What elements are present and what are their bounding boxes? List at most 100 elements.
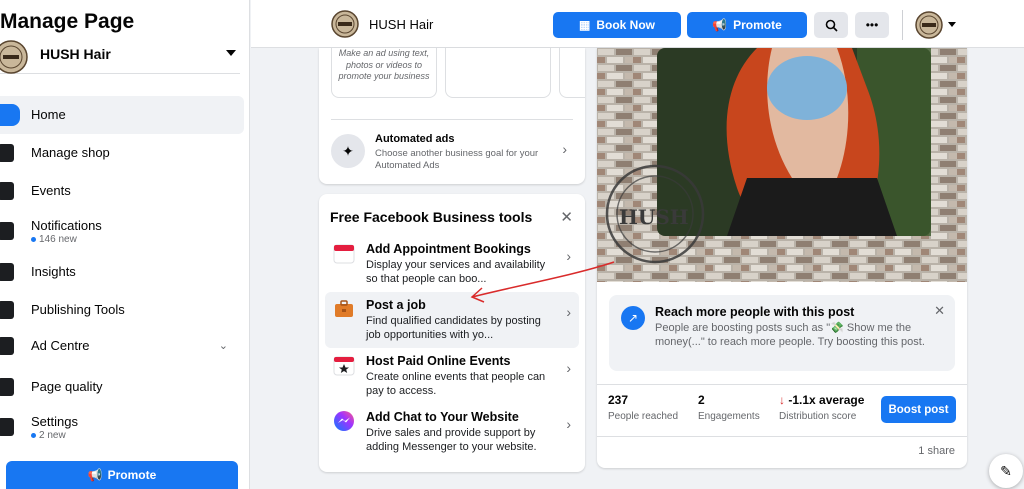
topbar-page-name[interactable]: HUSH Hair <box>369 17 433 32</box>
tool-desc: Find qualified candidates by posting job… <box>366 315 541 341</box>
ad-options-card: Make an ad using text, photos or videos … <box>319 48 585 184</box>
sidebar-item-notifications[interactable]: Notifications 146 new <box>0 212 244 250</box>
sidebar-item-events[interactable]: Events <box>0 172 244 210</box>
close-icon[interactable]: ✕ <box>560 208 573 226</box>
tool-title: Host Paid Online Events <box>366 354 511 368</box>
promote-button[interactable]: 📢 Promote <box>687 12 807 38</box>
chevron-right-icon: › <box>566 360 571 376</box>
stat-value: 237 <box>608 393 629 407</box>
home-icon <box>0 104 20 126</box>
events-icon <box>0 182 14 200</box>
business-tools-card: Free Facebook Business tools ✕ Add Appoi… <box>319 194 585 472</box>
sidebar-item-manage-shop[interactable]: Manage shop <box>0 134 244 172</box>
tool-title: Post a job <box>366 298 426 312</box>
search-button[interactable] <box>814 12 848 38</box>
sidebar-item-ad-centre[interactable]: Ad Centre ⌄ <box>0 327 244 365</box>
quality-icon <box>0 378 14 396</box>
sidebar-item-label: Events <box>31 183 71 198</box>
compose-button[interactable]: ✎ <box>989 454 1023 488</box>
page-switcher[interactable]: HUSH Hair <box>0 36 240 74</box>
tool-title: Add Chat to Your Website <box>366 410 519 424</box>
profile-avatar[interactable] <box>915 11 943 39</box>
tool-desc: Drive sales and provide support by addin… <box>366 427 537 453</box>
page-avatar[interactable] <box>331 10 359 38</box>
calendar-icon <box>333 244 355 264</box>
divider <box>597 436 967 437</box>
tool-paid-online-events[interactable]: Host Paid Online Events Create online ev… <box>325 348 579 404</box>
ad-tile-create[interactable]: Make an ad using text, photos or videos … <box>331 48 437 98</box>
book-now-button[interactable]: ▦ Book Now <box>553 12 681 38</box>
sidebar-promote-button[interactable]: 📢 Promote <box>6 461 238 489</box>
tool-desc: Create online events that people can pay… <box>366 371 546 397</box>
logo-watermark-text: HUSH <box>619 205 689 229</box>
chevron-right-icon: › <box>566 248 571 264</box>
notification-count: 146 new <box>31 234 77 245</box>
more-options-button[interactable]: ••• <box>855 12 889 38</box>
sidebar-item-publishing-tools[interactable]: Publishing Tools <box>0 291 244 329</box>
promote-label: Promote <box>733 18 782 32</box>
sidebar-item-insights[interactable]: Insights <box>0 253 244 291</box>
close-icon[interactable]: ✕ <box>934 303 945 319</box>
sidebar-item-settings[interactable]: Settings 2 new <box>0 408 244 446</box>
publishing-icon <box>0 301 14 319</box>
briefcase-icon <box>335 300 353 317</box>
caret-down-icon[interactable] <box>948 22 956 27</box>
tool-title: Add Appointment Bookings <box>366 242 531 256</box>
ad-tile-text: Make an ad using text, photos or videos … <box>338 48 430 81</box>
post-image[interactable]: HUSH <box>597 48 967 282</box>
stat-value: 2 <box>698 393 705 407</box>
edit-icon: ✎ <box>1000 462 1012 479</box>
arrow-down-icon: ↓ <box>779 393 785 407</box>
chevron-down-icon[interactable]: ⌄ <box>219 339 228 352</box>
sidebar-item-label: Manage shop <box>31 145 110 160</box>
sidebar-item-label: Ad Centre <box>31 338 90 353</box>
stat-value: -1.1x average <box>788 393 865 407</box>
promote-label: Promote <box>107 468 157 482</box>
bell-icon <box>0 222 14 240</box>
ellipsis-icon: ••• <box>865 18 879 32</box>
automated-ads-row[interactable]: ✦ Automated ads Choose another business … <box>331 130 573 174</box>
chevron-right-icon: › <box>562 141 567 157</box>
tool-desc: Display your services and availability s… <box>366 259 546 285</box>
sidebar-item-home[interactable]: Home <box>0 96 244 134</box>
post-preview-card: HUSH ↗ Reach more people with this post … <box>597 48 967 468</box>
magic-wand-icon: ✦ <box>331 134 365 168</box>
book-now-label: Book Now <box>596 18 655 32</box>
tool-add-chat[interactable]: Add Chat to Your Website Drive sales and… <box>325 404 579 460</box>
trending-up-icon: ↗ <box>621 306 645 330</box>
automated-ads-title: Automated ads <box>375 133 455 145</box>
divider <box>902 10 903 40</box>
stat-people-reached: 237 People reached <box>608 393 678 422</box>
caret-down-icon[interactable] <box>226 50 236 56</box>
page-name: HUSH Hair <box>40 46 111 62</box>
tool-appointment-bookings[interactable]: Add Appointment Bookings Display your se… <box>325 236 579 292</box>
messenger-icon <box>334 411 354 431</box>
megaphone-icon: 📢 <box>87 468 103 482</box>
chevron-right-icon: › <box>566 304 571 320</box>
business-tools-header: Free Facebook Business tools <box>330 209 533 225</box>
divider <box>597 384 967 385</box>
reach-more-banner: ↗ Reach more people with this post Peopl… <box>609 295 955 371</box>
stat-distribution-score: ↓ -1.1x average Distribution score <box>779 393 864 422</box>
tool-post-a-job[interactable]: Post a job Find qualified candidates by … <box>325 292 579 348</box>
top-bar: HUSH Hair ▦ Book Now 📢 Promote ••• <box>251 0 1024 48</box>
ad-tile[interactable] <box>559 48 585 98</box>
calendar-icon: ▦ <box>578 18 591 32</box>
sidebar-item-label: Home <box>31 107 66 122</box>
sidebar-item-label: Page quality <box>31 379 103 394</box>
event-star-icon <box>333 356 355 376</box>
page-avatar <box>0 40 28 74</box>
ad-tile[interactable] <box>445 48 551 98</box>
sidebar-item-label: Insights <box>31 264 76 279</box>
megaphone-icon: 📢 <box>712 18 728 32</box>
share-count[interactable]: 1 share <box>918 445 955 457</box>
search-icon <box>825 19 838 32</box>
settings-count: 2 new <box>31 430 66 441</box>
shop-icon <box>0 144 14 162</box>
sidebar: Manage Page HUSH Hair Home Manage shop E… <box>0 0 250 489</box>
sidebar-item-page-quality[interactable]: Page quality <box>0 368 244 406</box>
divider <box>331 119 573 120</box>
insights-icon <box>0 263 14 281</box>
boost-post-button[interactable]: Boost post <box>881 396 956 423</box>
reach-title: Reach more people with this post <box>655 305 855 319</box>
